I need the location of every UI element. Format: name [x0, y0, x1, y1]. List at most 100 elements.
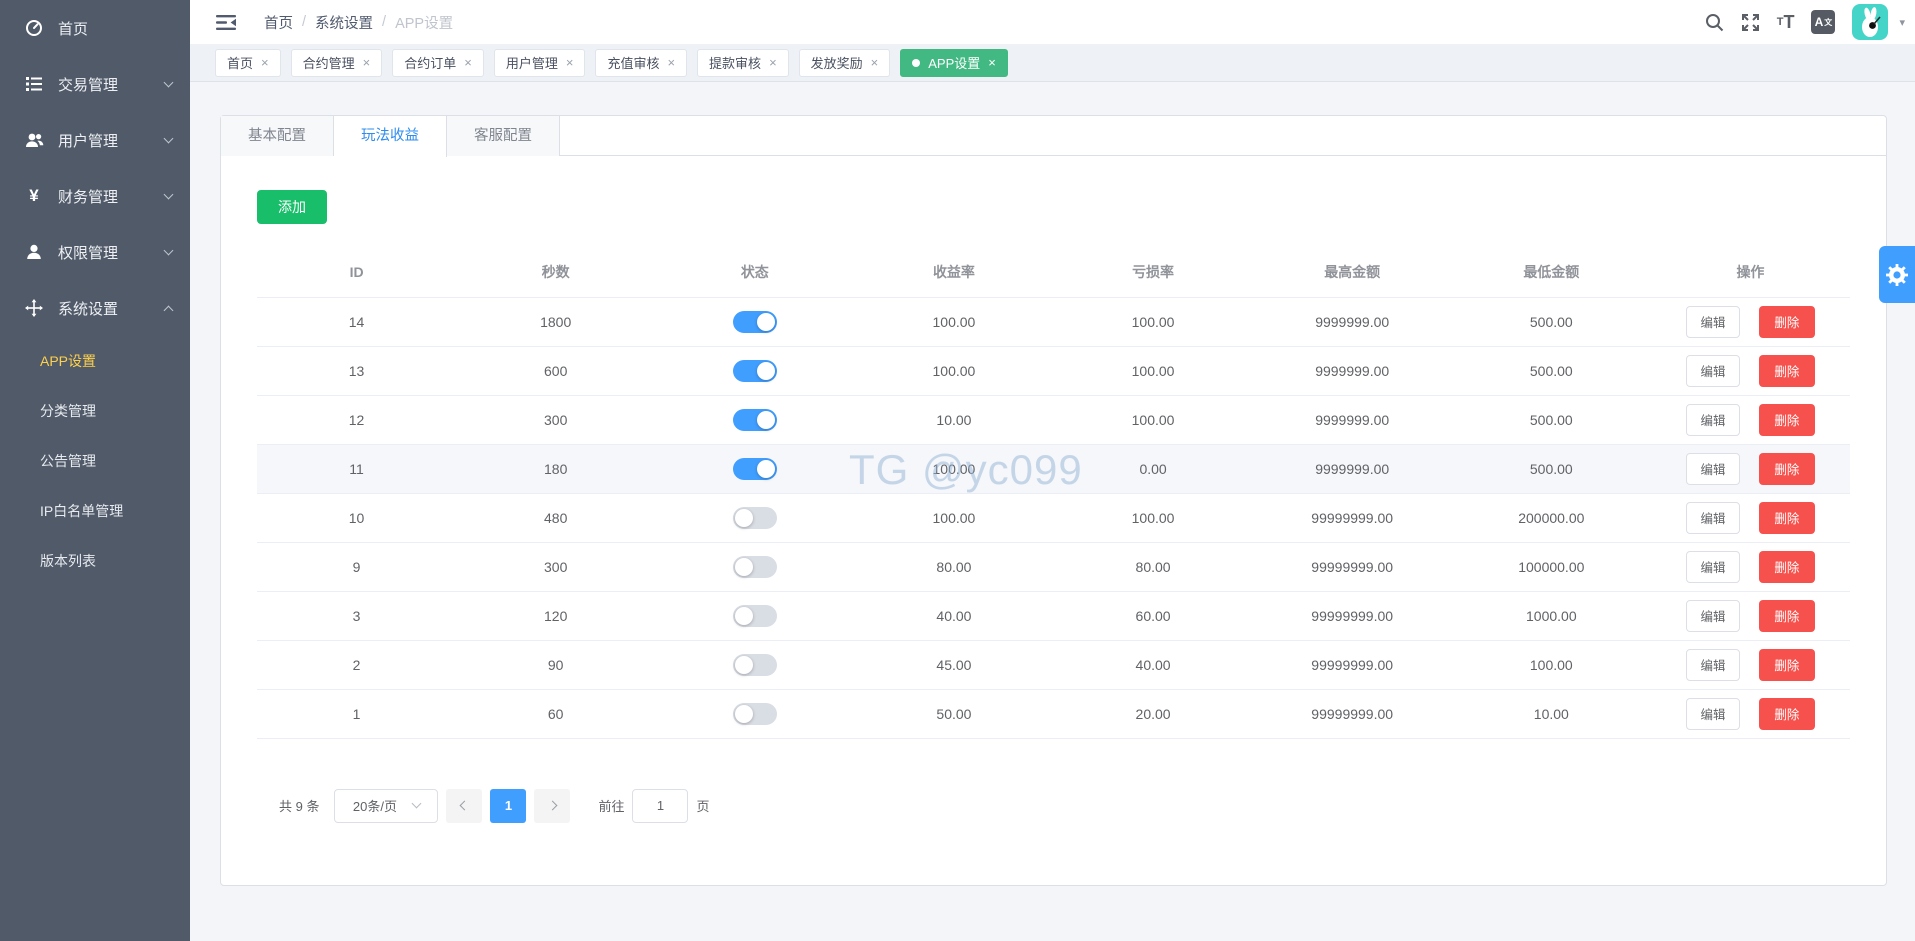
cell-loss-rate: 60.00 — [1136, 608, 1171, 624]
status-toggle[interactable] — [733, 556, 777, 578]
cell-id: 13 — [349, 363, 365, 379]
sidebar-subitem-category[interactable]: 分类管理 — [0, 386, 190, 436]
nav-tag[interactable]: 合约管理 × — [291, 49, 383, 77]
sidebar-subitem-version-list[interactable]: 版本列表 — [0, 536, 190, 586]
close-icon[interactable]: × — [566, 56, 574, 69]
col-loss-rate: 亏损率 — [1054, 248, 1253, 297]
col-status: 状态 — [655, 248, 854, 297]
status-toggle[interactable] — [733, 360, 777, 382]
prev-page-button[interactable] — [446, 789, 482, 823]
col-actions: 操作 — [1651, 248, 1850, 297]
goto-page-input[interactable] — [632, 789, 688, 823]
sidebar-item-finance[interactable]: ¥ 财务管理 — [0, 168, 190, 224]
delete-button[interactable]: 删除 — [1759, 404, 1815, 436]
breadcrumb-section[interactable]: 系统设置 — [315, 12, 373, 33]
status-toggle[interactable] — [733, 507, 777, 529]
delete-button[interactable]: 删除 — [1759, 502, 1815, 534]
cell-seconds: 300 — [544, 412, 567, 428]
tab-basic-config[interactable]: 基本配置 — [221, 116, 334, 156]
search-icon[interactable] — [1705, 13, 1724, 32]
next-page-button[interactable] — [534, 789, 570, 823]
add-button[interactable]: 添加 — [257, 190, 327, 224]
nav-tag[interactable]: 首页 × — [215, 49, 281, 77]
tab-strip: 基本配置 玩法收益 客服配置 — [221, 116, 1886, 156]
cell-max-amount: 99999999.00 — [1311, 510, 1393, 526]
table-row: 11 180 100.00 0.00 9999999.00 500.00 编辑 … — [257, 444, 1850, 493]
cell-profit-rate: 100.00 — [933, 510, 976, 526]
close-icon[interactable]: × — [464, 56, 472, 69]
sidebar-item-home[interactable]: 首页 — [0, 0, 190, 56]
cell-max-amount: 99999999.00 — [1311, 657, 1393, 673]
cell-min-amount: 1000.00 — [1526, 608, 1577, 624]
tab-play-profit[interactable]: 玩法收益 — [334, 116, 447, 157]
fullscreen-icon[interactable] — [1741, 13, 1760, 32]
delete-button[interactable]: 删除 — [1759, 306, 1815, 338]
table-row: 2 90 45.00 40.00 99999999.00 100.00 编辑 删… — [257, 640, 1850, 689]
chevron-down-icon — [164, 134, 174, 144]
status-toggle[interactable] — [733, 605, 777, 627]
page-number-1[interactable]: 1 — [490, 789, 526, 823]
chevron-left-icon — [460, 801, 470, 811]
status-toggle[interactable] — [733, 654, 777, 676]
translate-icon[interactable]: A文 — [1811, 10, 1835, 34]
nav-tag[interactable]: 发放奖励 × — [799, 49, 891, 77]
nav-tag[interactable]: 充值审核 × — [595, 49, 687, 77]
col-max-amount: 最高金额 — [1253, 248, 1452, 297]
delete-button[interactable]: 删除 — [1759, 453, 1815, 485]
settings-gear-button[interactable] — [1879, 246, 1915, 303]
nav-tag[interactable]: 合约订单 × — [392, 49, 484, 77]
sidebar-subitem-announcement[interactable]: 公告管理 — [0, 436, 190, 486]
sidebar-item-permission[interactable]: 权限管理 — [0, 224, 190, 280]
delete-button[interactable]: 删除 — [1759, 649, 1815, 681]
edit-button[interactable]: 编辑 — [1686, 698, 1740, 730]
close-icon[interactable]: × — [363, 56, 371, 69]
collapse-menu-icon[interactable] — [216, 13, 236, 32]
cell-max-amount: 99999999.00 — [1311, 608, 1393, 624]
close-icon[interactable]: × — [769, 56, 777, 69]
edit-button[interactable]: 编辑 — [1686, 502, 1740, 534]
cell-loss-rate: 20.00 — [1136, 706, 1171, 722]
cell-id: 11 — [349, 461, 364, 477]
page-size-select[interactable]: 20条/页 — [334, 789, 438, 823]
edit-button[interactable]: 编辑 — [1686, 355, 1740, 387]
delete-button[interactable]: 删除 — [1759, 355, 1815, 387]
cell-loss-rate: 0.00 — [1139, 461, 1166, 477]
close-icon[interactable]: × — [261, 56, 269, 69]
status-toggle[interactable] — [733, 311, 777, 333]
cell-profit-rate: 80.00 — [936, 559, 971, 575]
edit-button[interactable]: 编辑 — [1686, 600, 1740, 632]
breadcrumb-home[interactable]: 首页 — [264, 12, 293, 33]
delete-button[interactable]: 删除 — [1759, 600, 1815, 632]
sidebar-item-trade[interactable]: 交易管理 — [0, 56, 190, 112]
status-toggle[interactable] — [733, 458, 777, 480]
sidebar-item-users[interactable]: 用户管理 — [0, 112, 190, 168]
sidebar-item-system[interactable]: 系统设置 — [0, 280, 190, 336]
close-icon[interactable]: × — [988, 56, 996, 69]
close-icon[interactable]: × — [871, 56, 879, 69]
nav-tag[interactable]: 用户管理 × — [494, 49, 586, 77]
close-icon[interactable]: × — [667, 56, 675, 69]
goto-label: 前往 — [598, 796, 624, 815]
avatar[interactable] — [1852, 4, 1888, 40]
status-toggle[interactable] — [733, 703, 777, 725]
edit-button[interactable]: 编辑 — [1686, 453, 1740, 485]
table-row: 13 600 100.00 100.00 9999999.00 500.00 编… — [257, 346, 1850, 395]
delete-button[interactable]: 删除 — [1759, 698, 1815, 730]
cell-min-amount: 100.00 — [1530, 657, 1573, 673]
tab-customer-service[interactable]: 客服配置 — [447, 116, 560, 156]
sidebar-subitem-ip-whitelist[interactable]: IP白名单管理 — [0, 486, 190, 536]
edit-button[interactable]: 编辑 — [1686, 404, 1740, 436]
sidebar-subitem-app-settings[interactable]: APP设置 — [0, 336, 190, 386]
edit-button[interactable]: 编辑 — [1686, 306, 1740, 338]
edit-button[interactable]: 编辑 — [1686, 649, 1740, 681]
delete-button[interactable]: 删除 — [1759, 551, 1815, 583]
font-size-icon[interactable]: TT — [1777, 12, 1795, 33]
nav-tag[interactable]: 提款审核 × — [697, 49, 789, 77]
caret-down-icon[interactable]: ▾ — [1899, 16, 1905, 29]
status-toggle[interactable] — [733, 409, 777, 431]
cell-loss-rate: 100.00 — [1132, 412, 1175, 428]
cell-min-amount: 100000.00 — [1518, 559, 1584, 575]
nav-tag[interactable]: APP设置 × — [900, 49, 1008, 77]
col-id: ID — [257, 248, 456, 297]
edit-button[interactable]: 编辑 — [1686, 551, 1740, 583]
